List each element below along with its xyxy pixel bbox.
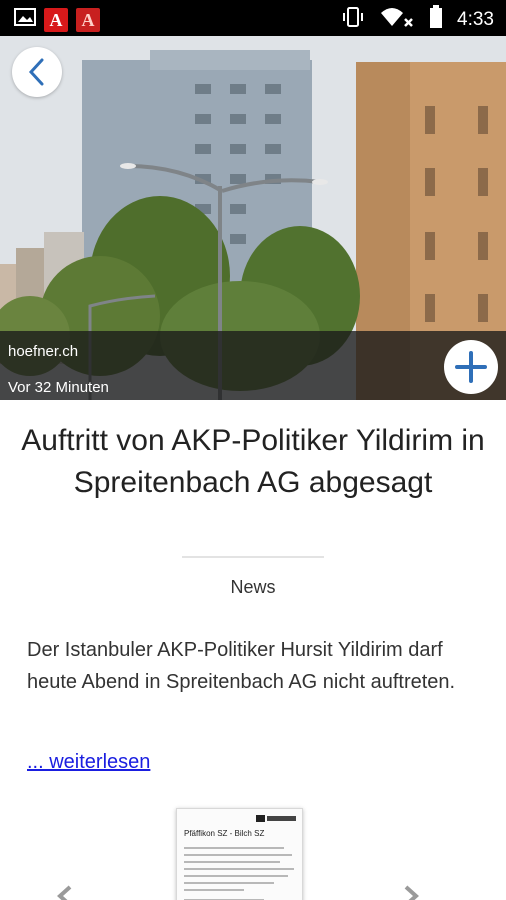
vibrate-icon bbox=[341, 5, 365, 34]
preview-text-line bbox=[184, 889, 244, 891]
chevron-left-icon bbox=[28, 58, 44, 86]
article-category: News bbox=[230, 577, 276, 597]
preview-text-line bbox=[184, 847, 284, 849]
plus-icon bbox=[455, 351, 487, 383]
notification-icons: A A bbox=[14, 6, 100, 33]
preview-text-line bbox=[184, 861, 280, 863]
preview-text-line bbox=[184, 882, 274, 884]
battery-icon bbox=[429, 5, 443, 34]
app-A-outline-icon: A bbox=[76, 7, 100, 32]
status-time: 4:33 bbox=[457, 8, 494, 30]
preview-text-line bbox=[184, 875, 288, 877]
sbb-logo-icon bbox=[256, 815, 296, 822]
document-preview[interactable]: Pfäffikon SZ - Bilch SZ bbox=[176, 808, 303, 900]
article-summary: Der Istanbuler AKP-Politiker Hursit Yild… bbox=[27, 639, 456, 693]
preview-title: Pfäffikon SZ - Bilch SZ bbox=[184, 829, 265, 838]
preview-text-line bbox=[184, 854, 292, 856]
status-bar: A A 4:33 bbox=[0, 0, 506, 36]
divider bbox=[182, 556, 324, 558]
previous-arrow-icon[interactable] bbox=[52, 883, 78, 900]
source-label: hoefner.ch bbox=[8, 343, 79, 360]
preview-text-line bbox=[184, 868, 294, 870]
app-A-icon: A bbox=[44, 7, 68, 32]
image-icon bbox=[14, 6, 36, 33]
back-button[interactable] bbox=[12, 47, 62, 97]
article-headline: Auftritt von AKP-Politiker Yildirim in S… bbox=[21, 424, 485, 499]
read-more-link[interactable]: ... weiterlesen bbox=[27, 751, 150, 774]
add-button[interactable] bbox=[444, 340, 498, 394]
wifi-icon bbox=[379, 5, 415, 34]
next-arrow-icon[interactable] bbox=[398, 883, 424, 900]
time-ago: Vor 32 Minuten bbox=[8, 379, 109, 396]
